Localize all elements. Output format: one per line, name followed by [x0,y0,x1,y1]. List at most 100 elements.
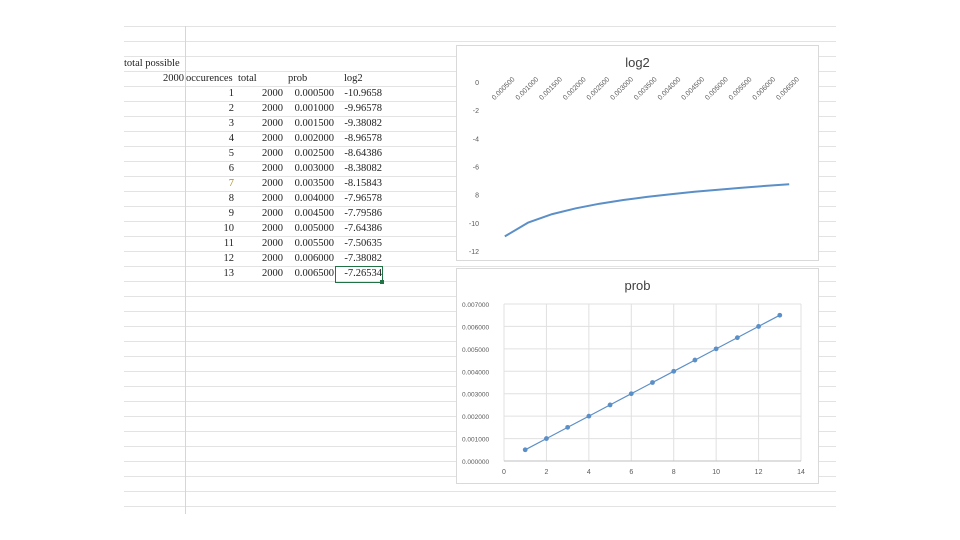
cell-prob[interactable]: 0.000500 [284,87,334,101]
header-value-cell[interactable]: 2000 [124,72,184,86]
log2-x-tick-label: 0.001000 [515,76,541,102]
log2-y-tick-label: -2 [473,108,479,115]
log2-y-tick-label: 8 [475,193,479,200]
column-header-occurences[interactable]: occurences [186,72,234,86]
prob-y-tick-label: 0.004000 [462,369,489,376]
prob-x-tick-label: 10 [712,469,720,476]
log2-y-tick-label: 0 [475,80,479,87]
cell-prob[interactable]: 0.004000 [284,192,334,206]
cell-occurences[interactable]: 7 [186,177,234,191]
prob-x-tick-label: 4 [587,469,591,476]
cell-log2[interactable]: -8.64386 [336,147,382,161]
cell-occurences[interactable]: 9 [186,207,234,221]
prob-data-point [777,312,783,318]
log2-x-tick-label: 0.003000 [609,76,635,102]
cell-log2[interactable]: -7.96578 [336,192,382,206]
cell-occurences[interactable]: 2 [186,102,234,116]
cell-total[interactable]: 2000 [236,87,283,101]
cell-log2[interactable]: -10.9658 [336,87,382,101]
cell-occurences[interactable]: 12 [186,252,235,266]
cell-total[interactable]: 2000 [236,252,283,266]
cell-prob[interactable]: 0.006500 [284,267,334,281]
cell-prob[interactable]: 0.005500 [284,237,334,251]
cell-total[interactable]: 2000 [236,162,283,176]
cell-total[interactable]: 2000 [236,267,283,281]
log2-x-tick-label: 0.000500 [491,76,517,102]
cell-prob[interactable]: 0.004500 [284,207,334,221]
prob-data-point [650,380,655,385]
cell-log2[interactable]: -8.38082 [336,162,382,176]
log2-x-tick-label: 0.003500 [633,76,659,102]
cell-prob[interactable]: 0.003500 [284,177,334,191]
fill-handle[interactable] [380,280,384,284]
prob-data-point [628,391,634,397]
cell-prob[interactable]: 0.001000 [284,102,334,116]
cell-total[interactable]: 2000 [236,207,283,221]
selected-cell-outline [335,266,383,283]
prob-x-tick-label: 2 [544,469,548,476]
prob-data-point [756,324,761,329]
prob-y-tick-label: 0.000000 [462,459,489,466]
prob-y-tick-label: 0.003000 [462,392,489,399]
cell-log2[interactable]: -9.38082 [336,117,382,131]
cell-prob[interactable]: 0.001500 [284,117,334,131]
header-label-cell[interactable]: total possible [124,57,194,71]
cell-total[interactable]: 2000 [236,222,283,236]
cell-occurences[interactable]: 3 [186,117,234,131]
cell-total[interactable]: 2000 [236,117,283,131]
prob-y-tick-label: 0.005000 [462,347,489,354]
cell-log2[interactable]: -7.50635 [336,237,382,251]
cell-occurences[interactable]: 8 [186,192,234,206]
prob-x-tick-label: 12 [755,469,763,476]
log2-x-tick-label: 0.001500 [538,76,564,102]
cell-log2[interactable]: -9.96578 [336,102,382,116]
prob-x-tick-label: 6 [629,469,633,476]
prob-y-tick-label: 0.007000 [462,302,489,309]
cell-occurences[interactable]: 5 [186,147,234,161]
cell-occurences[interactable]: 10 [186,222,235,236]
prob-data-point [713,346,719,352]
cell-total[interactable]: 2000 [236,192,283,206]
log2-x-tick-label: 0.006500 [775,76,801,102]
prob-chart[interactable]: prob 0.000000 0.001000 0.002000 0.003000 0.0… [456,268,819,484]
log2-x-tick-label: 0.005000 [704,76,730,102]
grid-row-line [124,506,836,507]
grid-row-line [124,26,836,27]
column-header-total[interactable]: total [238,72,276,86]
cell-occurences[interactable]: 6 [186,162,234,176]
log2-x-tick-label: 0.004500 [681,76,707,102]
log2-chart[interactable]: log2 0 -2 -4 -6 8 -10 -12 0.000500 0.001000 0.001… [456,45,819,261]
cell-total[interactable]: 2000 [236,132,283,146]
prob-data-point [565,424,571,430]
cell-log2[interactable]: -8.15843 [336,177,382,191]
cell-total[interactable]: 2000 [236,102,283,116]
cell-log2[interactable]: -7.79586 [336,207,382,221]
prob-data-point [692,357,698,363]
prob-y-tick-label: 0.006000 [462,324,489,331]
cell-prob[interactable]: 0.003000 [284,162,334,176]
cell-log2[interactable]: -7.38082 [336,252,382,266]
cell-total[interactable]: 2000 [236,237,283,251]
log2-chart-plot: 0-2-4-68-10-120.0005000.0010000.0015000.… [469,76,801,256]
cell-log2[interactable]: -8.96578 [336,132,382,146]
cell-prob[interactable]: 0.002000 [284,132,334,146]
cell-prob[interactable]: 0.006000 [284,252,334,266]
log2-x-tick-label: 0.002500 [586,76,612,102]
cell-occurences[interactable]: 1 [186,87,234,101]
cell-total[interactable]: 2000 [236,177,283,191]
cell-occurences[interactable]: 4 [186,132,234,146]
cell-occurences[interactable]: 13 [186,267,235,281]
cell-prob[interactable]: 0.005000 [284,222,334,236]
grid-row-line [124,41,836,42]
log2-y-tick-label: -6 [473,165,479,172]
cell-log2[interactable]: -7.64386 [336,222,382,236]
column-header-prob[interactable]: prob [288,72,336,86]
cell-prob[interactable]: 0.002500 [284,147,334,161]
cell-total[interactable]: 2000 [236,147,283,161]
column-header-log2[interactable]: log2 [344,72,400,86]
prob-data-point [734,335,740,341]
log2-x-tick-label: 0.004000 [657,76,683,102]
prob-x-tick-label: 0 [502,469,506,476]
cell-occurences[interactable]: 11 [186,237,234,251]
log2-y-tick-label: -12 [469,249,479,256]
